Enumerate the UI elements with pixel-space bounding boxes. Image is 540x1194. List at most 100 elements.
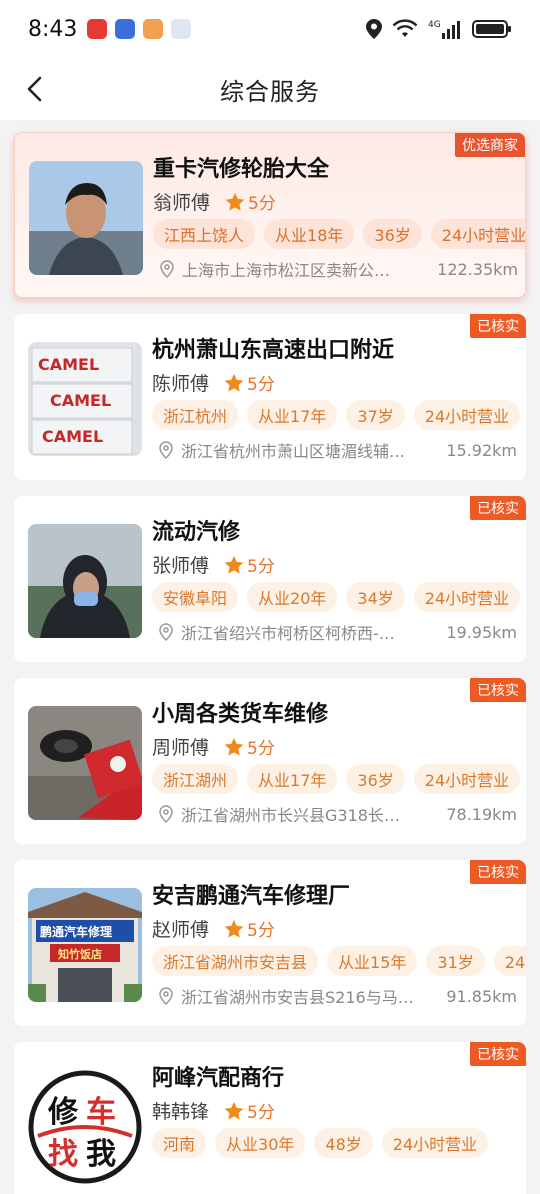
master-row: 韩韩锋 5分 xyxy=(152,1097,275,1124)
brand-label: CAMEL xyxy=(50,391,111,410)
shop-distance: 122.35km xyxy=(437,259,518,279)
shop-photo: 鹏通汽车修理 知竹饭店 xyxy=(28,888,142,1002)
verified-badge: 已核实 xyxy=(470,314,526,338)
signal-icon: 4G xyxy=(428,20,460,39)
age-tag: 34岁 xyxy=(346,582,405,612)
shop-name: 杭州萧山东高速出口附近 xyxy=(152,338,395,363)
network-label: 4G xyxy=(428,20,441,30)
shop-photo xyxy=(28,706,142,820)
hours-tag: 24小时营业 xyxy=(430,219,525,249)
origin-tag: 河南 xyxy=(152,1128,207,1158)
master-row: 翁师傅 5分 xyxy=(153,188,276,215)
hours-tag: 24小时营业 xyxy=(413,764,521,794)
shop-card[interactable]: 优选商家 重卡汽修轮胎大全 翁师傅 5分 江西上饶人 从业18年 36岁 24小… xyxy=(14,132,526,298)
shop-card[interactable]: 已核实 流动汽修 张师傅 5分 安徽阜阳 从业20年 34岁 24小时营业 浙江… xyxy=(14,496,526,662)
hours-tag: 24小时营业 xyxy=(381,1128,489,1158)
back-arrow-icon[interactable] xyxy=(20,72,54,106)
master-row: 周师傅 5分 xyxy=(152,733,275,760)
status-time: 8:43 xyxy=(28,16,78,42)
shop-photo: CAMEL CAMEL CAMEL xyxy=(28,342,142,456)
tag-list: 河南 从业30年 48岁 24小时营业 xyxy=(152,1128,526,1160)
shop-address: 上海市上海市松江区卖新公… xyxy=(182,261,391,280)
brand-label: CAMEL xyxy=(38,355,99,374)
star-icon xyxy=(224,919,244,938)
rating-score: 5分 xyxy=(247,921,275,941)
hours-tag: 24小时营业 xyxy=(413,582,521,612)
message-notification-icon xyxy=(143,19,164,39)
shop-card[interactable]: 已核实 CAMEL CAMEL CAMEL 杭州萧山东高速出口附近 陈师傅 5分… xyxy=(14,314,526,480)
shop-photo xyxy=(29,161,143,275)
shop-distance: 15.92km xyxy=(446,440,517,460)
address-row: 浙江省杭州市萧山区塘湄线辅… 15.92km xyxy=(157,438,517,462)
origin-tag: 浙江湖州 xyxy=(152,764,239,794)
profile-notification-icon xyxy=(171,19,192,39)
experience-tag: 从业20年 xyxy=(247,582,338,612)
verified-badge: 已核实 xyxy=(470,860,526,884)
experience-tag: 从业30年 xyxy=(215,1128,306,1158)
master-name: 陈师傅 xyxy=(152,373,210,395)
location-pin-icon xyxy=(159,441,173,459)
page-title: 综合服务 xyxy=(220,77,320,106)
tag-list: 安徽阜阳 从业20年 34岁 24小时营业 xyxy=(152,582,526,614)
age-tag: 36岁 xyxy=(363,219,422,249)
age-tag: 31岁 xyxy=(426,946,485,976)
tag-list: 江西上饶人 从业18年 36岁 24小时营业 xyxy=(153,219,525,251)
location-pin-icon xyxy=(159,623,173,641)
master-name: 张师傅 xyxy=(152,555,210,577)
rating-score: 5分 xyxy=(247,1103,275,1123)
rating-score: 5分 xyxy=(247,739,275,759)
age-tag: 36岁 xyxy=(346,764,405,794)
shop-distance: 91.85km xyxy=(446,986,517,1006)
brand-label: CAMEL xyxy=(42,427,103,446)
shop-address: 浙江省湖州市安吉县S216与马… xyxy=(181,988,414,1007)
address-row: 浙江省绍兴市柯桥区柯桥西-… 19.95km xyxy=(157,620,517,644)
star-icon xyxy=(224,737,244,756)
shop-card[interactable]: 已核实 修 车 找 我 阿峰汽配商行 韩韩锋 5分 河南 从业30年 48岁 2… xyxy=(14,1042,526,1194)
shop-address: 浙江省绍兴市柯桥区柯桥西-… xyxy=(181,624,395,643)
shop-name: 重卡汽修轮胎大全 xyxy=(153,157,330,182)
master-name: 赵师傅 xyxy=(152,919,210,941)
shop-card[interactable]: 已核实 鹏通汽车修理 知竹饭店 安吉鹏通汽车修理厂 赵师傅 5分 浙江省湖州市安… xyxy=(14,860,526,1026)
featured-badge: 优选商家 xyxy=(455,133,525,157)
logo-char: 修 xyxy=(47,1095,79,1130)
tag-list: 浙江湖州 从业17年 36岁 24小时营业 xyxy=(152,764,526,796)
shop-name: 阿峰汽配商行 xyxy=(152,1066,285,1091)
wifi-icon xyxy=(392,19,418,37)
star-icon xyxy=(224,373,244,392)
origin-tag: 浙江杭州 xyxy=(152,400,239,430)
hours-tag: 24小时营业 xyxy=(493,946,526,976)
status-bar: 8:43 4G xyxy=(0,0,540,58)
logo-char: 找 xyxy=(48,1137,78,1172)
app-notification-icon xyxy=(87,19,108,39)
rating-score: 5分 xyxy=(248,194,276,214)
address-row: 上海市上海市松江区卖新公… 122.35km xyxy=(158,257,518,281)
shop-name: 流动汽修 xyxy=(152,520,241,545)
verified-badge: 已核实 xyxy=(470,678,526,702)
browser-notification-icon xyxy=(115,19,136,39)
shop-name: 小周各类货车维修 xyxy=(152,702,329,727)
experience-tag: 从业15年 xyxy=(327,946,418,976)
verified-badge: 已核实 xyxy=(470,1042,526,1066)
origin-tag: 浙江省湖州市安吉县 xyxy=(152,946,319,976)
star-icon xyxy=(225,192,245,211)
nav-bar: 综合服务 xyxy=(0,58,540,120)
restaurant-sign-text: 知竹饭店 xyxy=(57,947,102,961)
shop-photo xyxy=(28,524,142,638)
shop-list[interactable]: 优选商家 重卡汽修轮胎大全 翁师傅 5分 江西上饶人 从业18年 36岁 24小… xyxy=(0,120,540,1194)
shop-logo: 修 车 找 我 xyxy=(28,1070,142,1184)
logo-char: 车 xyxy=(86,1095,116,1130)
location-pin-icon xyxy=(159,805,173,823)
origin-tag: 安徽阜阳 xyxy=(152,582,239,612)
shop-card[interactable]: 已核实 小周各类货车维修 周师傅 5分 浙江湖州 从业17年 36岁 24小时营… xyxy=(14,678,526,844)
master-name: 翁师傅 xyxy=(153,192,211,214)
star-icon xyxy=(224,555,244,574)
verified-badge: 已核实 xyxy=(470,496,526,520)
experience-tag: 从业17年 xyxy=(247,400,338,430)
hours-tag: 24小时营业 xyxy=(413,400,521,430)
master-name: 韩韩锋 xyxy=(152,1101,210,1123)
master-row: 张师傅 5分 xyxy=(152,551,275,578)
rating-score: 5分 xyxy=(247,557,275,577)
address-row: 浙江省湖州市长兴县G318长… 78.19km xyxy=(157,802,517,826)
rating-score: 5分 xyxy=(247,375,275,395)
shop-distance: 19.95km xyxy=(446,622,517,642)
